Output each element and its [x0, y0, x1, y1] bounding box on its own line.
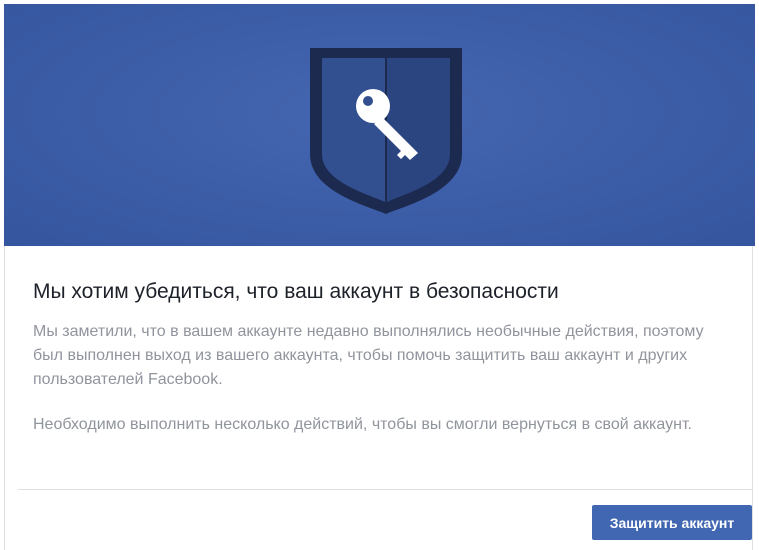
- dialog-message-unusual-activity: Мы заметили, что в вашем аккаунте недавн…: [33, 323, 704, 388]
- hero-banner: [4, 4, 755, 246]
- shield-key-icon: [310, 48, 462, 214]
- secure-account-button[interactable]: Защитить аккаунт: [592, 505, 752, 540]
- footer-divider: [18, 489, 752, 490]
- security-checkpoint-dialog: Мы хотим убедиться, что ваш аккаунт в бе…: [0, 0, 759, 550]
- dialog-message-next-steps: Необходимо выполнить несколько действий,…: [33, 416, 692, 433]
- dialog-title: Мы хотим убедиться, что ваш аккаунт в бе…: [33, 280, 559, 303]
